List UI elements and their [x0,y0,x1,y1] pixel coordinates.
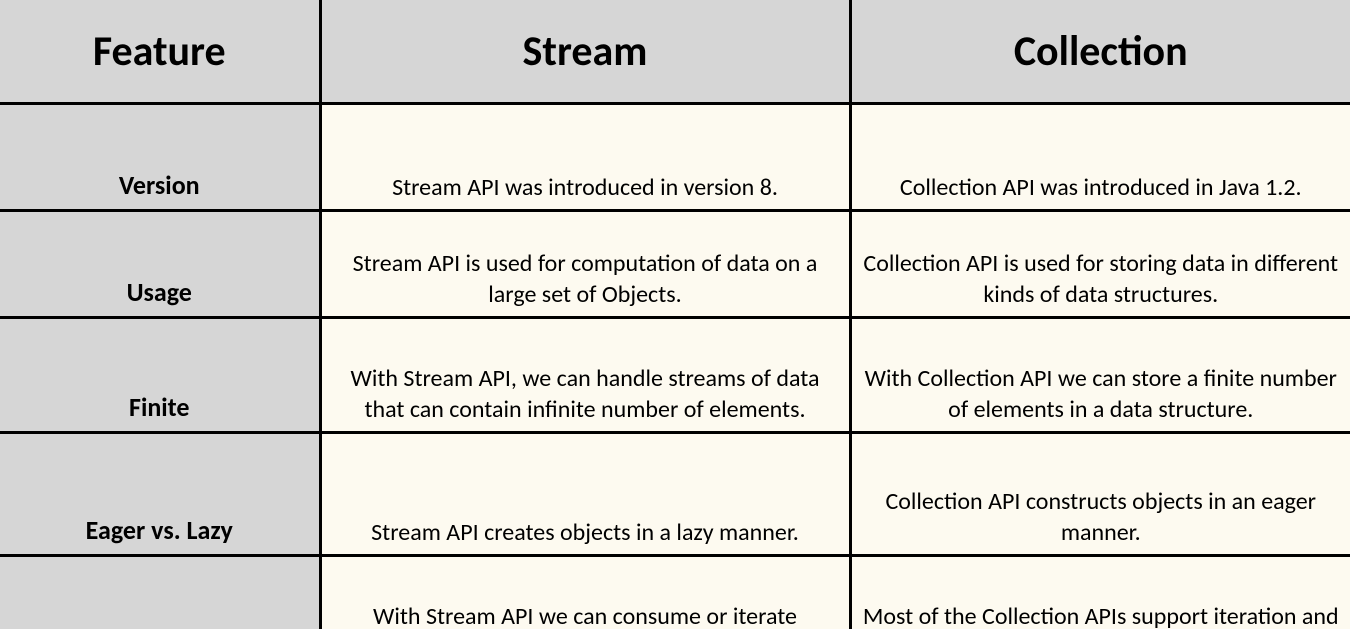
row-finite: Finite With Stream API, we can handle st… [0,318,1350,433]
row-version-stream: Stream API was introduced in version 8. [320,104,850,211]
header-feature: Feature [0,0,320,104]
row-usage-feature: Usage [0,211,320,318]
row-version-collection: Collection API was introduced in Java 1.… [850,104,1350,211]
row-multi-collection: Most of the Collection APIs support iter… [850,556,1350,629]
header-row: Feature Stream Collection [0,0,1350,104]
row-usage: Usage Stream API is used for computation… [0,211,1350,318]
row-finite-collection: With Collection API we can store a finit… [850,318,1350,433]
header-collection: Collection [850,0,1350,104]
row-multi: Multiple consumption With Stream API we … [0,556,1350,629]
row-usage-collection: Collection API is used for storing data … [850,211,1350,318]
row-eager-collection: Collection API constructs objects in an … [850,433,1350,556]
row-eager-feature: Eager vs. Lazy [0,433,320,556]
row-eager-stream: Stream API creates objects in a lazy man… [320,433,850,556]
row-finite-feature: Finite [0,318,320,433]
comparison-table: Feature Stream Collection Version Stream… [0,0,1350,629]
row-finite-stream: With Stream API, we can handle streams o… [320,318,850,433]
row-eager: Eager vs. Lazy Stream API creates object… [0,433,1350,556]
header-stream: Stream [320,0,850,104]
row-version: Version Stream API was introduced in ver… [0,104,1350,211]
row-usage-stream: Stream API is used for computation of da… [320,211,850,318]
row-multi-feature: Multiple consumption [0,556,320,629]
row-version-feature: Version [0,104,320,211]
row-multi-stream: With Stream API we can consume or iterat… [320,556,850,629]
